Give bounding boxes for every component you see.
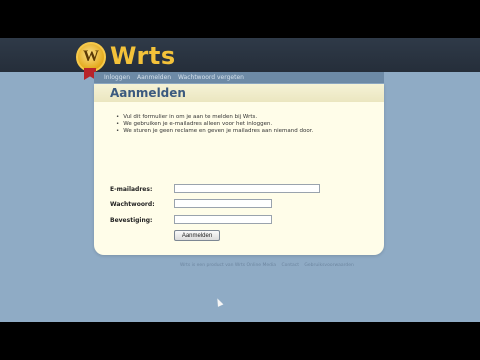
page-title: Aanmelden [110,86,186,100]
nav-bar: Inloggen Aanmelden Wachtwoord vergeten [94,72,384,83]
confirm-label: Bevestiging: [110,217,153,224]
nav-link-login[interactable]: Inloggen [104,74,130,81]
top-bar [0,38,480,72]
nav-link-forgot-password[interactable]: Wachtwoord vergeten [178,74,244,81]
footer-credit: Wrts is een product van Wrts Online Medi… [180,263,277,268]
wrts-logo-icon[interactable]: W [76,42,106,72]
confirm-password-field[interactable] [174,215,272,224]
mouse-cursor-icon [214,297,224,307]
email-label: E-mailadres: [110,186,153,193]
register-panel: Aanmelden Vul dit formulier in om je aan… [94,84,384,255]
info-list: Vul dit formulier in om je aan te melden… [116,114,313,135]
brand-name[interactable]: Wrts [110,42,176,70]
email-field[interactable] [174,184,320,193]
footer-link-terms[interactable]: Gebruiksvoorwaarden [304,263,353,268]
info-item: We sturen je geen reclame en geven je ma… [116,128,313,135]
nav-link-register[interactable]: Aanmelden [137,74,171,81]
footer: Wrts is een product van Wrts Online Medi… [180,263,358,268]
info-item: We gebruiken je e-mailadres alleen voor … [116,121,313,128]
footer-link-contact[interactable]: Contact [281,263,299,268]
app-screen: W Wrts Inloggen Aanmelden Wachtwoord ver… [0,38,480,322]
password-label: Wachtwoord: [110,201,155,208]
password-field[interactable] [174,199,272,208]
register-button[interactable]: Aanmelden [174,230,220,241]
info-item: Vul dit formulier in om je aan te melden… [116,114,313,121]
panel-header: Aanmelden [94,84,384,102]
